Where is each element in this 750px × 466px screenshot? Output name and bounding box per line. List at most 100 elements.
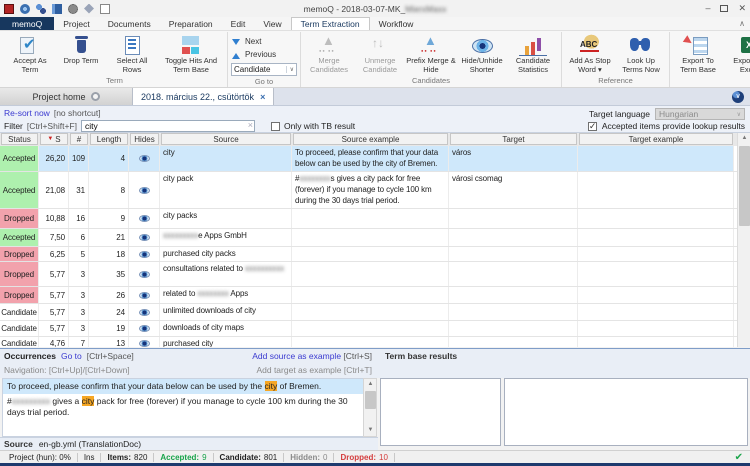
maximize-button[interactable] bbox=[720, 5, 728, 12]
target-cell bbox=[449, 287, 578, 303]
status-item-accepted: Accepted:9 bbox=[154, 453, 213, 462]
term-base-results-title: Term base results bbox=[385, 351, 457, 361]
menu-tab-edit[interactable]: Edit bbox=[222, 17, 255, 30]
close-button[interactable]: ✕ bbox=[738, 3, 746, 14]
column-header-status[interactable]: Status bbox=[1, 133, 38, 145]
occurrences-scrollbar[interactable]: ▲ ▼ bbox=[363, 378, 377, 437]
gear-icon[interactable] bbox=[68, 4, 78, 14]
eye-icon[interactable] bbox=[139, 325, 150, 332]
eye-icon[interactable] bbox=[139, 187, 150, 194]
menu-tab-memoq[interactable]: memoQ bbox=[0, 17, 54, 30]
text-segment: downloads of city maps bbox=[163, 323, 244, 332]
menu-tab-preparation[interactable]: Preparation bbox=[160, 17, 222, 30]
source-example-cell bbox=[292, 287, 449, 303]
term-base-result-source-box[interactable] bbox=[380, 378, 501, 446]
look-up-terms-now-button[interactable]: Look Up Terms Now bbox=[616, 33, 666, 74]
previous-button[interactable]: Previous bbox=[231, 48, 297, 60]
team-icon[interactable] bbox=[36, 4, 46, 14]
term-row[interactable]: Dropped10,88169city packs bbox=[0, 209, 737, 229]
occurrence-item[interactable]: To proceed, please confirm that your dat… bbox=[3, 379, 363, 394]
term-row[interactable]: Accepted21,08318city pack#xxxxxxxxs give… bbox=[0, 172, 737, 209]
term-row[interactable]: Candidate4,76713purchased city bbox=[0, 337, 737, 347]
document-icon[interactable] bbox=[100, 4, 110, 14]
eye-icon[interactable] bbox=[139, 309, 150, 316]
target-example-cell bbox=[578, 337, 734, 347]
column-header-source-example[interactable]: Source example bbox=[293, 133, 448, 145]
minimize-button[interactable]: – bbox=[705, 3, 710, 14]
term-row[interactable]: Dropped5,77335consultations related to x… bbox=[0, 262, 737, 287]
goto-type-select[interactable]: Candidate∨ bbox=[231, 63, 297, 76]
menu-tab-term-extraction[interactable]: Term Extraction bbox=[291, 17, 370, 30]
menu-tab-view[interactable]: View bbox=[254, 17, 290, 30]
unmerge-candidate-button[interactable]: Unmerge Candidate bbox=[355, 33, 405, 74]
drop-term-button[interactable]: Drop Term bbox=[56, 33, 106, 66]
column-header-target[interactable]: Target bbox=[450, 133, 577, 145]
redacted-text: xxxxxxxx bbox=[197, 289, 228, 298]
term-row[interactable]: Dropped5,77326related to xxxxxxxx Apps bbox=[0, 287, 737, 304]
resort-now-link[interactable]: Re-sort now bbox=[4, 108, 50, 118]
term-base-result-detail-box[interactable] bbox=[504, 378, 748, 446]
add-as-stop-word-button[interactable]: Add As Stop Word ▾ bbox=[565, 33, 615, 74]
eye-icon[interactable] bbox=[139, 292, 150, 299]
length-cell: 24 bbox=[89, 304, 129, 320]
clear-filter-icon[interactable]: × bbox=[248, 120, 253, 131]
target-language-select[interactable]: Hungarian ∨ bbox=[655, 108, 745, 120]
column-header-length[interactable]: Length bbox=[90, 133, 128, 145]
resources-icon[interactable] bbox=[52, 4, 62, 14]
tab-close-icon[interactable]: × bbox=[260, 92, 265, 102]
scroll-up-icon[interactable]: ▲ bbox=[738, 133, 750, 144]
app-icon[interactable] bbox=[4, 4, 14, 14]
term-row[interactable]: Candidate5,77324unlimited downloads of c… bbox=[0, 304, 737, 321]
tab-document[interactable]: 2018. március 22., csütörtök × bbox=[133, 88, 274, 105]
menu-tab-workflow[interactable]: Workflow bbox=[370, 17, 423, 30]
filter-input[interactable] bbox=[81, 120, 255, 132]
accept-as-term-button[interactable]: Accept As Term bbox=[5, 33, 55, 74]
accepted-lookup-checkbox[interactable] bbox=[588, 122, 597, 131]
column-header-s[interactable]: ▼S bbox=[40, 133, 68, 145]
occurrences-scrollbar-thumb[interactable] bbox=[365, 391, 376, 409]
source-bar: Source en-gb.yml (TranslationDoc) bbox=[0, 437, 378, 450]
only-tb-result-checkbox[interactable] bbox=[271, 122, 280, 131]
eye-icon[interactable] bbox=[139, 155, 150, 162]
occurrence-item[interactable]: #xxxxxxxxx gives a city pack for free (f… bbox=[3, 394, 363, 420]
table-scrollbar-thumb[interactable] bbox=[739, 146, 750, 226]
highlighted-term: city bbox=[82, 396, 95, 406]
prefix-merge-hide-button[interactable]: Prefix Merge & Hide bbox=[406, 33, 456, 74]
ribbon-group-term: Accept As TermDrop TermSelect All RowsTo… bbox=[2, 32, 228, 87]
export-to-excel-button[interactable]: Export To Excel bbox=[724, 33, 750, 74]
eye-icon[interactable] bbox=[139, 251, 150, 258]
select-all-rows-button[interactable]: Select All Rows bbox=[107, 33, 157, 74]
term-row[interactable]: Accepted7,50621xxxxxxxxxe Apps GmbH bbox=[0, 229, 737, 247]
scroll-down-icon[interactable]: ▼ bbox=[364, 425, 377, 436]
add-source-example-link[interactable]: Add source as example bbox=[252, 351, 341, 361]
term-row[interactable]: Dropped6,25518purchased city packs bbox=[0, 247, 737, 262]
term-row[interactable]: Candidate5,77319downloads of city maps bbox=[0, 321, 737, 337]
help-icon[interactable]: ∨ bbox=[732, 91, 744, 103]
hide-unhide-shorter-button[interactable]: Hide/Unhide Shorter bbox=[457, 33, 507, 74]
options-icon[interactable] bbox=[84, 4, 94, 14]
column-header-target-example[interactable]: Target example bbox=[579, 133, 733, 145]
menu-tab-project[interactable]: Project bbox=[54, 17, 98, 30]
menu-tab-documents[interactable]: Documents bbox=[99, 17, 160, 30]
column-header-[interactable]: # bbox=[70, 133, 88, 145]
add-target-example-link[interactable]: Add target as example bbox=[256, 365, 341, 375]
eye-icon[interactable] bbox=[139, 340, 150, 347]
scroll-up-icon[interactable]: ▲ bbox=[364, 379, 377, 390]
next-button[interactable]: Next bbox=[231, 35, 297, 47]
eye-icon[interactable] bbox=[139, 234, 150, 241]
toggle-hits-and-term-base-button[interactable]: Toggle Hits And Term Base bbox=[158, 33, 224, 74]
goto-link[interactable]: Go to bbox=[61, 351, 82, 361]
source-example-cell: To proceed, please confirm that your dat… bbox=[292, 146, 449, 171]
eye-icon[interactable] bbox=[139, 271, 150, 278]
export-to-term-base-button[interactable]: Export To Term Base bbox=[673, 33, 723, 74]
merge-candidates-button[interactable]: Merge Candidates bbox=[304, 33, 354, 74]
column-header-source[interactable]: Source bbox=[161, 133, 291, 145]
tab-project-home[interactable]: Project home bbox=[0, 88, 133, 105]
eye-icon[interactable] bbox=[139, 215, 150, 222]
term-row[interactable]: Accepted26,201094cityTo proceed, please … bbox=[0, 146, 737, 172]
table-scrollbar[interactable]: ▲ bbox=[737, 133, 750, 347]
collapse-ribbon-icon[interactable]: ∧ bbox=[739, 19, 745, 28]
globe-icon[interactable] bbox=[20, 4, 30, 14]
candidate-statistics-button[interactable]: Candidate Statistics bbox=[508, 33, 558, 74]
column-header-hides[interactable]: Hides bbox=[130, 133, 159, 145]
